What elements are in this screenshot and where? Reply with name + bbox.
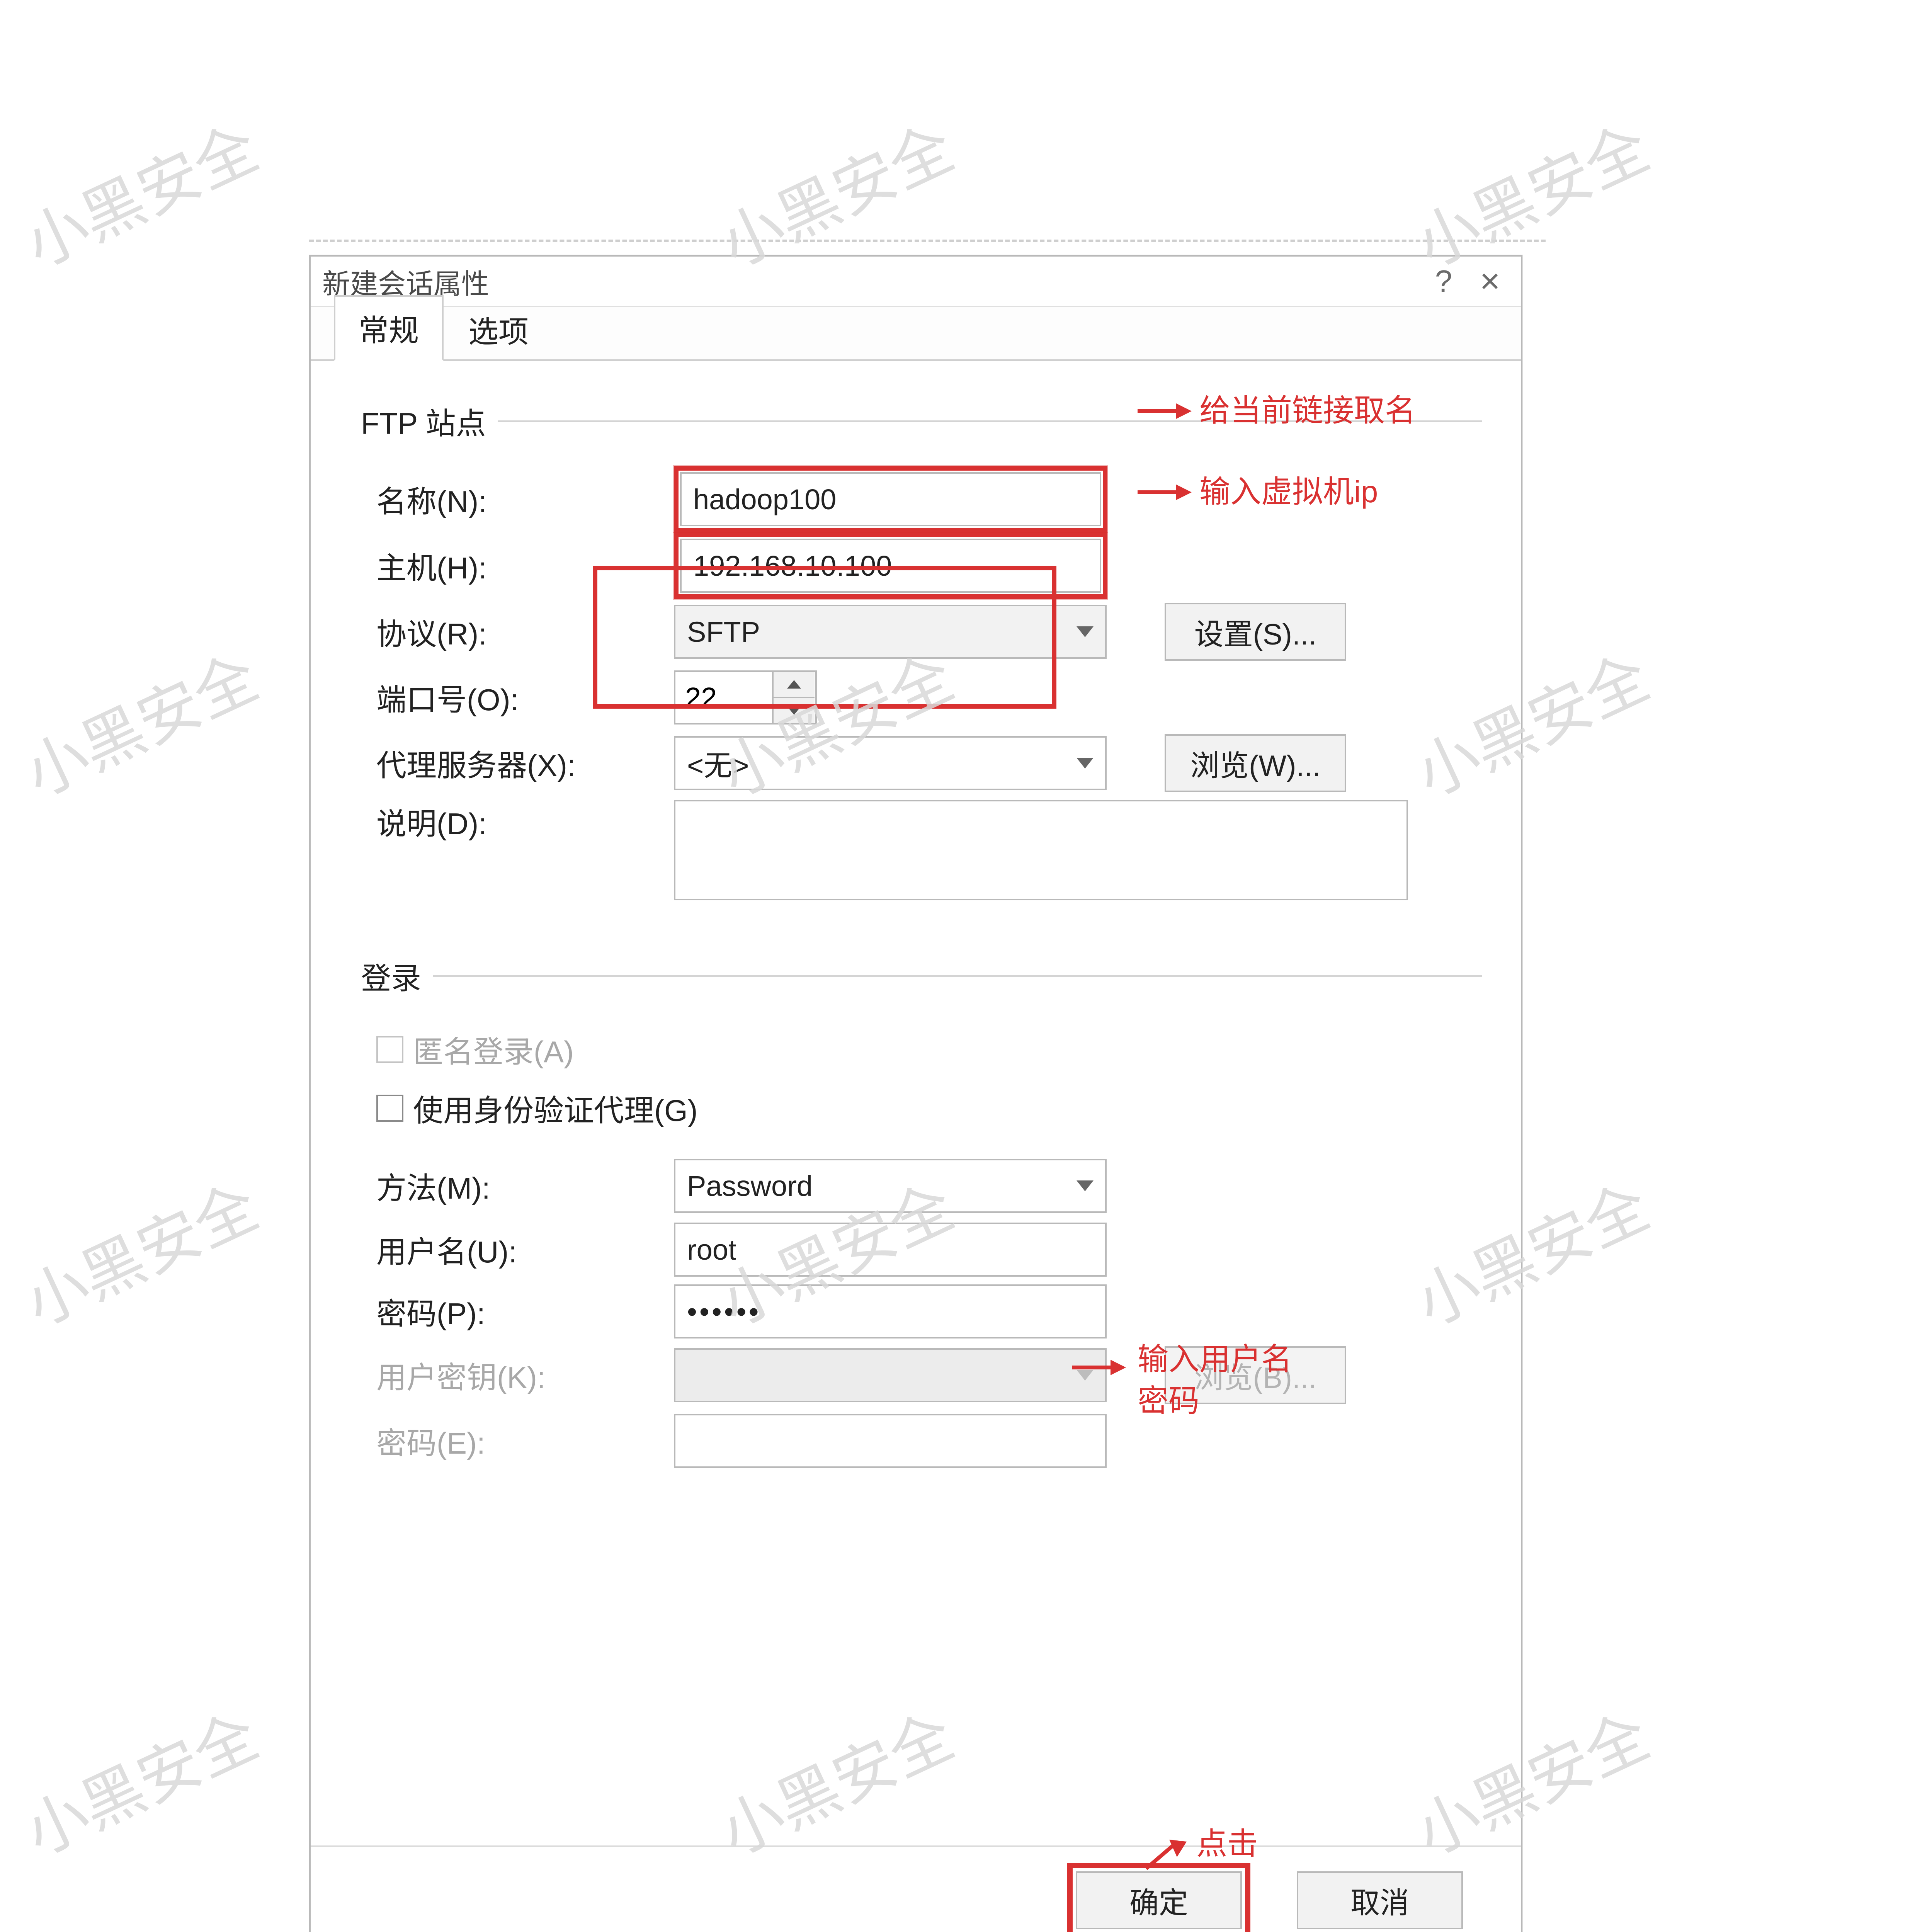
credentials-highlight <box>593 566 1056 709</box>
ftp-legend: FTP 站点 <box>361 400 498 443</box>
proxy-browse-button[interactable]: 浏览(W)... <box>1165 734 1346 792</box>
dialog-body: FTP 站点 名称(N): 给当前链接取名 主机(H): <box>311 361 1521 1539</box>
settings-button[interactable]: 设置(S)... <box>1165 603 1346 661</box>
password2-label: 密码(E): <box>376 1419 662 1463</box>
id-agent-label: 使用身份验证代理(G) <box>413 1087 698 1130</box>
password2-input <box>674 1414 1107 1468</box>
username-input[interactable] <box>674 1223 1107 1277</box>
tab-general[interactable]: 常规 <box>334 295 444 361</box>
checkbox-icon <box>376 1036 403 1063</box>
credentials-annotation: 输入用户名 密码 <box>1138 1338 1369 1422</box>
figure-top-border <box>309 240 1546 242</box>
checkbox-icon <box>376 1095 403 1122</box>
arrow-icon <box>1138 483 1192 502</box>
row-description: 说明(D): <box>376 796 1482 912</box>
arrow-icon <box>1072 1358 1126 1377</box>
description-textarea[interactable] <box>674 800 1408 900</box>
row-proxy: 代理服务器(X): <无> 浏览(W)... <box>376 730 1482 796</box>
proxy-label: 代理服务器(X): <box>376 742 662 785</box>
anonymous-label: 匿名登录(A) <box>413 1028 574 1071</box>
buttonbar: 点击 确定 取消 <box>311 1845 1521 1932</box>
watermark: 小黑安全 <box>8 1687 270 1873</box>
tab-options[interactable]: 选项 <box>444 297 553 361</box>
name-highlight <box>674 466 1107 532</box>
username-label: 用户名(U): <box>376 1228 662 1271</box>
cancel-button[interactable]: 取消 <box>1297 1871 1463 1929</box>
chevron-down-icon <box>1077 626 1094 637</box>
login-group: 登录 匿名登录(A) 使用身份验证代理(G) 方法(M): Password 用… <box>376 954 1482 1474</box>
method-combo[interactable]: Password <box>674 1159 1107 1213</box>
watermark: 小黑安全 <box>8 628 270 814</box>
login-legend: 登录 <box>361 954 433 998</box>
proxy-value: <无> <box>687 743 749 784</box>
row-method: 方法(M): Password <box>376 1153 1482 1219</box>
host-annotation: 输入虚拟机ip <box>1199 471 1378 513</box>
watermark: 小黑安全 <box>8 1158 270 1344</box>
row-password: 密码(P): <box>376 1281 1482 1342</box>
ok-button[interactable]: 确定 <box>1076 1871 1242 1929</box>
arrow-icon <box>1142 1838 1189 1872</box>
name-annotation: 给当前链接取名 <box>1199 390 1416 432</box>
userkey-combo <box>674 1348 1107 1402</box>
password-label: 密码(P): <box>376 1290 662 1333</box>
id-agent-checkbox[interactable]: 使用身份验证代理(G) <box>376 1087 1482 1130</box>
ok-highlight: 确定 <box>1067 1863 1250 1932</box>
method-label: 方法(M): <box>376 1164 662 1208</box>
proxy-combo[interactable]: <无> <box>674 736 1107 790</box>
description-label: 说明(D): <box>376 800 662 843</box>
name-input[interactable] <box>680 472 1101 526</box>
help-button[interactable]: ? <box>1420 262 1467 301</box>
chevron-down-icon <box>1077 758 1094 769</box>
anonymous-checkbox: 匿名登录(A) <box>376 1028 1482 1071</box>
watermark: 小黑安全 <box>8 99 270 285</box>
tabstrip: 常规 选项 <box>311 307 1521 361</box>
userkey-label: 用户密钥(K): <box>376 1354 662 1397</box>
close-button[interactable]: × <box>1467 262 1513 301</box>
row-username: 用户名(U): <box>376 1219 1482 1281</box>
name-label: 名称(N): <box>376 478 662 521</box>
chevron-down-icon <box>1077 1180 1094 1191</box>
password-input[interactable] <box>674 1284 1107 1338</box>
new-session-dialog: 新建会话属性 ? × 常规 选项 FTP 站点 名称(N): <box>309 255 1522 1932</box>
method-value: Password <box>687 1170 813 1202</box>
ok-annotation: 点击 <box>1196 1823 1258 1865</box>
arrow-icon <box>1138 401 1192 421</box>
